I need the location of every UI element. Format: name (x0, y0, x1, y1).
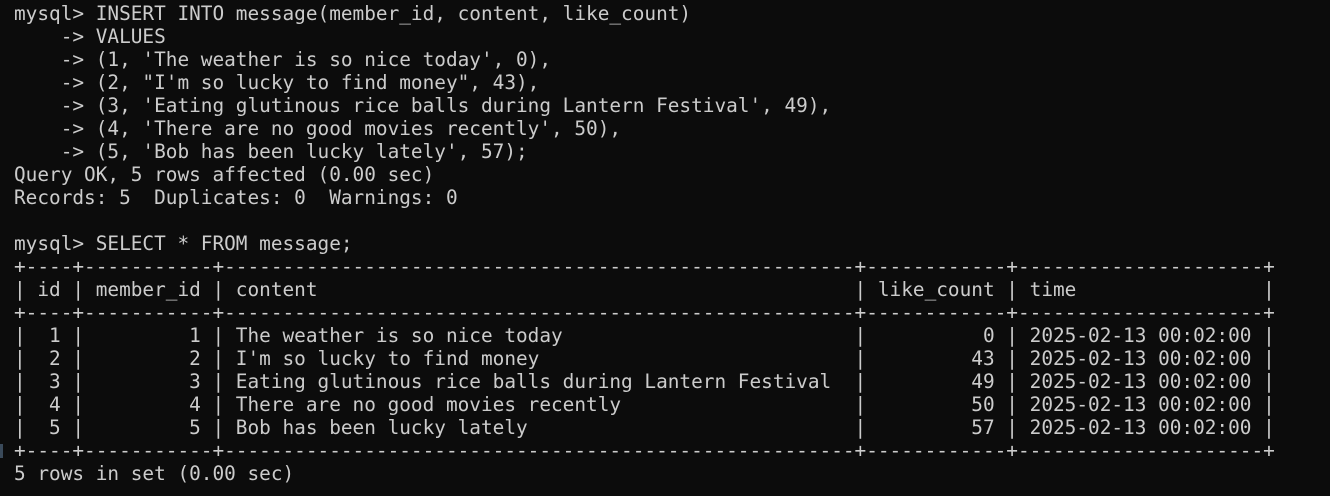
table-header: | id | member_id | content | like_count … (14, 278, 1275, 301)
table-row: | 1 | 1 | The weather is so nice today |… (14, 324, 1275, 347)
table-row: | 2 | 2 | I'm so lucky to find money | 4… (14, 347, 1275, 370)
command-line: -> VALUES (14, 25, 166, 48)
table-border: +----+-----------+----------------------… (14, 255, 1275, 278)
command-line: -> (3, 'Eating glutinous rice balls duri… (14, 94, 832, 117)
command-line: -> (2, "I'm so lucky to find money", 43)… (14, 71, 540, 94)
command-line: mysql> INSERT INTO message(member_id, co… (14, 2, 692, 25)
scroll-marker (0, 444, 3, 458)
table-border: +----+-----------+----------------------… (14, 301, 1275, 324)
table-row: | 5 | 5 | Bob has been lucky lately | 57… (14, 416, 1275, 439)
output-line: Records: 5 Duplicates: 0 Warnings: 0 (14, 186, 458, 209)
result-summary: 5 rows in set (0.00 sec) (14, 462, 295, 485)
insert-command-block: mysql> INSERT INTO message(member_id, co… (14, 2, 1330, 255)
terminal-window[interactable]: mysql> INSERT INTO message(member_id, co… (0, 0, 1330, 496)
command-line: -> (5, 'Bob has been lucky lately', 57); (14, 140, 528, 163)
table-border: +----+-----------+----------------------… (14, 439, 1275, 462)
output-line: Query OK, 5 rows affected (0.00 sec) (14, 163, 435, 186)
result-table: +----+-----------+----------------------… (14, 255, 1330, 462)
command-line: -> (1, 'The weather is so nice today', 0… (14, 48, 552, 71)
command-line: mysql> SELECT * FROM message; (14, 232, 353, 255)
command-line: -> (4, 'There are no good movies recentl… (14, 117, 622, 140)
table-row: | 4 | 4 | There are no good movies recen… (14, 393, 1275, 416)
table-row: | 3 | 3 | Eating glutinous rice balls du… (14, 370, 1275, 393)
